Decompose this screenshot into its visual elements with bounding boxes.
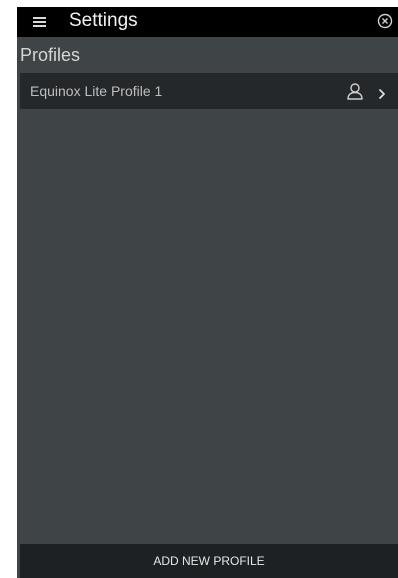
section-heading-profiles: Profiles [20, 45, 81, 65]
chevron-right-icon [377, 85, 387, 99]
add-new-profile-label: ADD NEW PROFILE [153, 554, 265, 568]
top-app-bar: Settings [17, 7, 398, 37]
add-new-profile-button[interactable]: ADD NEW PROFILE [20, 544, 398, 578]
hamburger-menu-icon[interactable] [33, 16, 46, 27]
person-icon [345, 81, 365, 101]
close-icon[interactable] [376, 12, 394, 30]
page-title: Settings [69, 10, 138, 31]
profile-name: Equinox Lite Profile 1 [30, 83, 163, 99]
settings-screen: Settings Profiles Equinox Lite Profile 1… [17, 7, 398, 578]
profile-list-item[interactable]: Equinox Lite Profile 1 [20, 73, 398, 109]
